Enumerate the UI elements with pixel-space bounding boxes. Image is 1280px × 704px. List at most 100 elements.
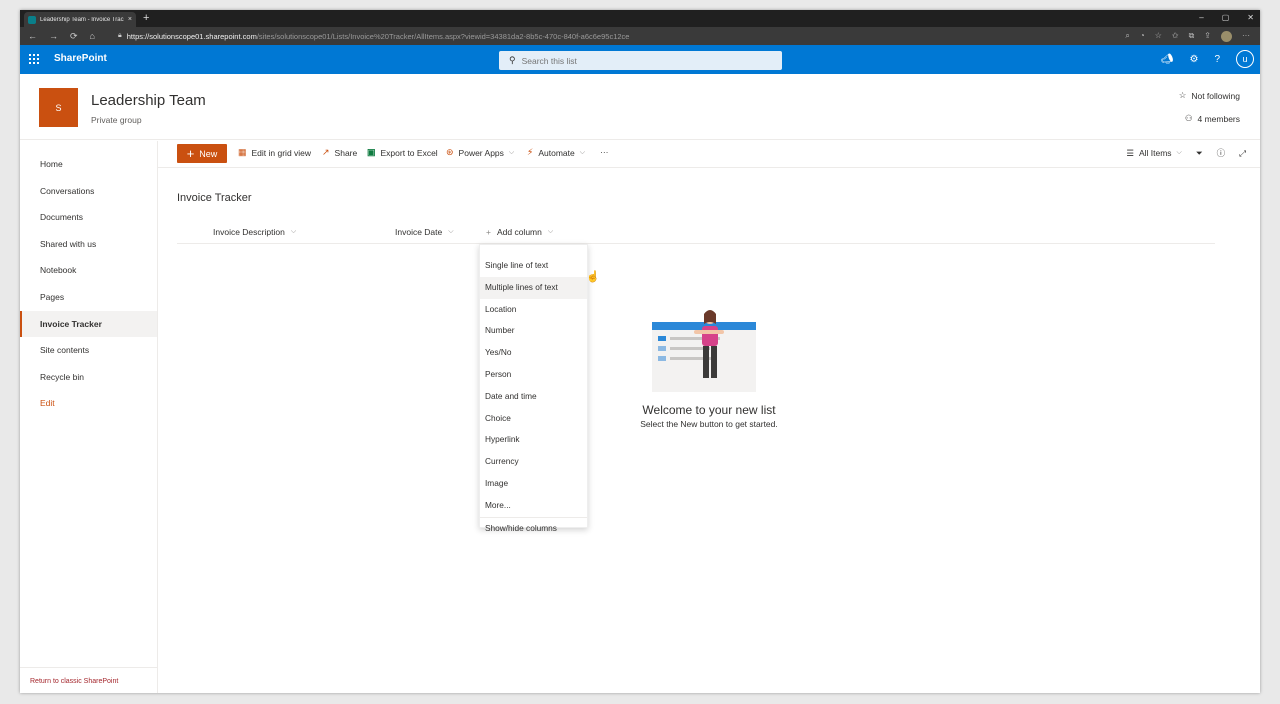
site-title[interactable]: Leadership Team (91, 92, 206, 109)
automate-label: Automate (538, 147, 575, 158)
nav-item-documents[interactable]: Documents (20, 204, 157, 231)
info-icon[interactable]: ⓘ (1217, 147, 1226, 159)
chevron-down-icon: ⌵ (448, 228, 454, 235)
back-icon[interactable]: ← (28, 31, 37, 41)
lock-icon: 🔒︎ (118, 32, 122, 39)
tab-title: Leadership Team - Invoice Tracker (40, 16, 124, 23)
address-bar[interactable]: 🔒︎ https://solutionscope01.sharepoint.co… (118, 30, 1198, 42)
edit-grid-view-button[interactable]: ▦ Edit in grid view (238, 147, 311, 158)
list-title[interactable]: Invoice Tracker (177, 192, 252, 204)
maximize-icon[interactable]: ▢ (1222, 12, 1230, 24)
follow-label: Not following (1191, 90, 1240, 101)
menu-item-date-time[interactable]: Date and time (480, 386, 587, 408)
export-excel-label: Export to Excel (380, 147, 438, 158)
share-button[interactable]: ↗ Share (322, 147, 357, 158)
members-button[interactable]: ⚇ 4 members (1185, 113, 1240, 124)
site-logo[interactable]: S (39, 88, 78, 127)
view-switcher[interactable]: ☰ All Items ⌵ (1126, 148, 1182, 159)
menu-item-currency[interactable]: Currency (480, 451, 587, 473)
zoom-icon[interactable]: ⌕ (1125, 30, 1129, 42)
menu-item-show-hide-columns[interactable]: Show/hide columns (480, 518, 587, 540)
gear-icon[interactable]: ⚙ (1189, 54, 1198, 65)
sharepoint-brand-link[interactable]: SharePoint (54, 53, 107, 64)
nav-item-invoice-tracker[interactable]: Invoice Tracker (20, 310, 157, 338)
new-tab-button[interactable]: + (143, 11, 149, 25)
automate-button[interactable]: ⚡︎ Automate ⌵ (527, 147, 585, 158)
megaphone-icon[interactable]: 📣︎ (1161, 54, 1174, 65)
minimize-icon[interactable]: – (1199, 12, 1203, 24)
browser-tab[interactable]: Leadership Team - Invoice Tracker × (24, 12, 136, 27)
nav-item-pages[interactable]: Pages (20, 284, 157, 311)
menu-item-choice[interactable]: Choice (480, 408, 587, 430)
left-navigation: Home Conversations Documents Shared with… (20, 141, 158, 693)
power-apps-icon: ⊛ (446, 147, 454, 157)
profile-avatar[interactable] (1221, 30, 1232, 42)
nav-item-notebook[interactable]: Notebook (20, 257, 157, 284)
excel-icon: ▣ (367, 147, 376, 157)
forward-icon[interactable]: → (49, 31, 58, 41)
close-window-icon[interactable]: ✕ (1247, 12, 1254, 24)
chevron-down-icon: ⌵ (547, 228, 554, 235)
view-list-icon: ☰ (1126, 147, 1134, 158)
filter-icon[interactable]: ⏷ (1196, 148, 1203, 159)
command-bar: + New ▦ Edit in grid view ↗ Share ▣ Expo… (158, 141, 1260, 168)
nav-item-recycle-bin[interactable]: Recycle bin (20, 364, 157, 391)
column-header-divider (177, 243, 1215, 244)
window-controls: – ▢ ✕ (1199, 12, 1254, 24)
app-launcher-icon[interactable] (29, 54, 39, 64)
more-commands-button[interactable]: ··· (600, 147, 609, 157)
new-button-label: New (199, 148, 218, 159)
help-icon[interactable]: ? (1214, 54, 1220, 65)
menu-item-more[interactable]: More... (480, 495, 587, 517)
return-to-classic-link[interactable]: Return to classic SharePoint (20, 667, 158, 693)
menu-item-number[interactable]: Number (480, 320, 587, 342)
menu-item-person[interactable]: Person (480, 364, 587, 386)
nav-item-home[interactable]: Home (20, 151, 157, 178)
favorite-star-icon[interactable]: ☆ (1155, 30, 1162, 42)
user-avatar[interactable]: u (1236, 50, 1254, 68)
tracking-icon[interactable]: ◔ (1140, 30, 1145, 42)
search-box[interactable]: ⚲ (499, 51, 782, 70)
sharepoint-favicon-icon (28, 15, 36, 24)
power-apps-button[interactable]: ⊛ Power Apps ⌵ (446, 147, 514, 158)
chevron-down-icon: ⌵ (579, 148, 586, 156)
tab-close-icon[interactable]: × (128, 16, 132, 23)
favorites-icon[interactable]: ✩ (1172, 30, 1179, 42)
menu-item-hyperlink[interactable]: Hyperlink (480, 429, 587, 451)
nav-item-conversations[interactable]: Conversations (20, 178, 157, 205)
nav-item-site-contents[interactable]: Site contents (20, 337, 157, 364)
menu-item-multiple-lines[interactable]: Multiple lines of text (480, 276, 587, 299)
follow-button[interactable]: ☆ Not following (1179, 90, 1240, 101)
menu-item-yes-no[interactable]: Yes/No (480, 342, 587, 364)
home-icon[interactable]: ⌂ (90, 31, 95, 41)
suite-icons: 📣︎ ⚙ ? u (1161, 50, 1254, 68)
expand-icon[interactable]: ⤢ (1239, 148, 1246, 159)
settings-more-icon[interactable]: ··· (1242, 30, 1250, 42)
menu-item-single-line[interactable]: Single line of text (480, 255, 587, 277)
add-column-menu: Single line of text Multiple lines of te… (479, 244, 588, 533)
share-icon: ↗ (322, 147, 330, 157)
new-button[interactable]: + New (177, 144, 227, 163)
collections-icon[interactable]: ⧉ (1189, 30, 1195, 42)
add-column-button[interactable]: + Add column ⌵ (486, 227, 553, 237)
url-host: https://solutionscope01.sharepoint.com (126, 31, 257, 41)
search-input[interactable] (521, 55, 742, 66)
star-icon: ☆ (1178, 90, 1187, 100)
menu-item-location[interactable]: Location (480, 299, 587, 321)
menu-item-image[interactable]: Image (480, 473, 587, 495)
share-browser-icon[interactable]: ⇪ (1204, 30, 1211, 42)
export-excel-button[interactable]: ▣ Export to Excel (367, 147, 438, 158)
browser-toolbar-icons: ⌕ ◔ ☆ ✩ ⧉ ⇪ ··· (1125, 30, 1250, 42)
address-toolbar: ← → ⟳ ⌂ 🔒︎ https://solutionscope01.share… (20, 27, 1260, 45)
nav-item-shared-with-us[interactable]: Shared with us (20, 231, 157, 258)
hand-cursor-icon: ☝ (586, 271, 600, 283)
site-header: S Leadership Team Private group ☆ Not fo… (20, 74, 1260, 140)
refresh-icon[interactable]: ⟳ (70, 31, 78, 41)
nav-edit-link[interactable]: Edit (20, 390, 157, 417)
column-header-invoice-description[interactable]: Invoice Description ⌵ (213, 227, 296, 237)
browser-window: Leadership Team - Invoice Tracker × + – … (20, 10, 1260, 693)
chevron-down-icon: ⌵ (290, 228, 297, 235)
browser-tab-bar: Leadership Team - Invoice Tracker × + – … (20, 10, 1260, 27)
column-header-invoice-date[interactable]: Invoice Date ⌵ (395, 227, 454, 237)
column-label: Invoice Date (395, 227, 443, 237)
